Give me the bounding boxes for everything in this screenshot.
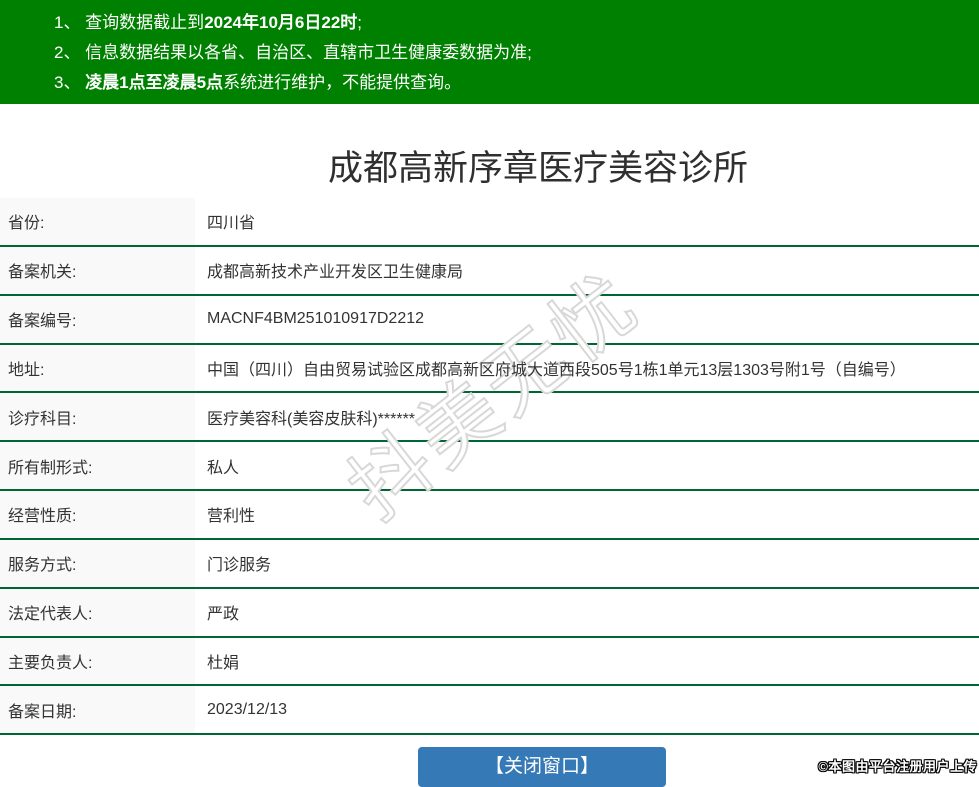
table-row-province: 省份: 四川省: [0, 198, 979, 247]
table-row-address: 地址: 中国（四川）自由贸易试验区成都高新区府城大道西段505号1栋1单元13层…: [0, 345, 979, 394]
row-label: 地址:: [0, 345, 195, 392]
row-label: 所有制形式:: [0, 442, 195, 489]
close-window-button[interactable]: 【关闭窗口】: [418, 747, 666, 787]
row-value: 严政: [195, 589, 979, 636]
row-label: 法定代表人:: [0, 589, 195, 636]
table-row-filing-number: 备案编号: MACNF4BM251010917D2212: [0, 296, 979, 345]
table-row-main-person-in-charge: 主要负责人: 杜娟: [0, 638, 979, 687]
notice-banner: 1、 查询数据截止到2024年10月6日22时; 2、 信息数据结果以各省、自治…: [0, 0, 979, 104]
notice-bold-text: 2024年10月6日22时: [204, 13, 357, 32]
row-value: 杜娟: [195, 638, 979, 685]
record-table: 省份: 四川省 备案机关: 成都高新技术产业开发区卫生健康局 备案编号: MAC…: [0, 198, 979, 735]
row-label: 备案编号:: [0, 296, 195, 343]
notice-line-3: 3、 凌晨1点至凌晨5点系统进行维护，不能提供查询。: [54, 68, 979, 98]
row-label: 经营性质:: [0, 491, 195, 538]
table-row-service-mode: 服务方式: 门诊服务: [0, 540, 979, 589]
notice-bold-text: 凌晨1点至凌晨5点: [85, 73, 223, 92]
notice-text: 2、 信息数据结果以各省、自治区、直辖市卫生健康委数据为准;: [54, 43, 532, 62]
table-row-treatment-subjects: 诊疗科目: 医疗美容科(美容皮肤科)******: [0, 393, 979, 442]
row-value: 门诊服务: [195, 540, 979, 587]
notice-line-2: 2、 信息数据结果以各省、自治区、直辖市卫生健康委数据为准;: [54, 38, 979, 68]
row-label: 主要负责人:: [0, 638, 195, 685]
row-label: 诊疗科目:: [0, 393, 195, 440]
row-value: 成都高新技术产业开发区卫生健康局: [195, 247, 979, 294]
notice-text: ;: [357, 13, 362, 32]
row-value: 2023/12/13: [195, 686, 979, 733]
notice-text: 1、 查询数据截止到: [54, 13, 204, 32]
table-row-ownership: 所有制形式: 私人: [0, 442, 979, 491]
row-value: 四川省: [195, 198, 979, 245]
table-row-business-nature: 经营性质: 营利性: [0, 491, 979, 540]
row-value: 私人: [195, 442, 979, 489]
row-value: 中国（四川）自由贸易试验区成都高新区府城大道西段505号1栋1单元13层1303…: [195, 345, 979, 392]
row-label: 备案日期:: [0, 686, 195, 733]
row-label: 省份:: [0, 198, 195, 245]
table-row-filing-authority: 备案机关: 成都高新技术产业开发区卫生健康局: [0, 247, 979, 296]
notice-text: 3、: [54, 73, 85, 92]
page: { "notice": { "items": [ { "prefix": "1、…: [0, 0, 979, 777]
table-row-filing-date: 备案日期: 2023/12/13: [0, 686, 979, 735]
page-title: 成都高新序章医疗美容诊所: [0, 140, 979, 191]
notice-text: 系统进行维护，不能提供查询。: [223, 73, 461, 92]
row-label: 服务方式:: [0, 540, 195, 587]
notice-line-1: 1、 查询数据截止到2024年10月6日22时;: [54, 8, 979, 38]
row-value: MACNF4BM251010917D2212: [195, 296, 979, 343]
row-label: 备案机关:: [0, 247, 195, 294]
platform-stamp: ©本图由平台注册用户上传: [818, 756, 977, 775]
table-row-legal-representative: 法定代表人: 严政: [0, 589, 979, 638]
row-value: 营利性: [195, 491, 979, 538]
row-value: 医疗美容科(美容皮肤科)******: [195, 393, 979, 440]
